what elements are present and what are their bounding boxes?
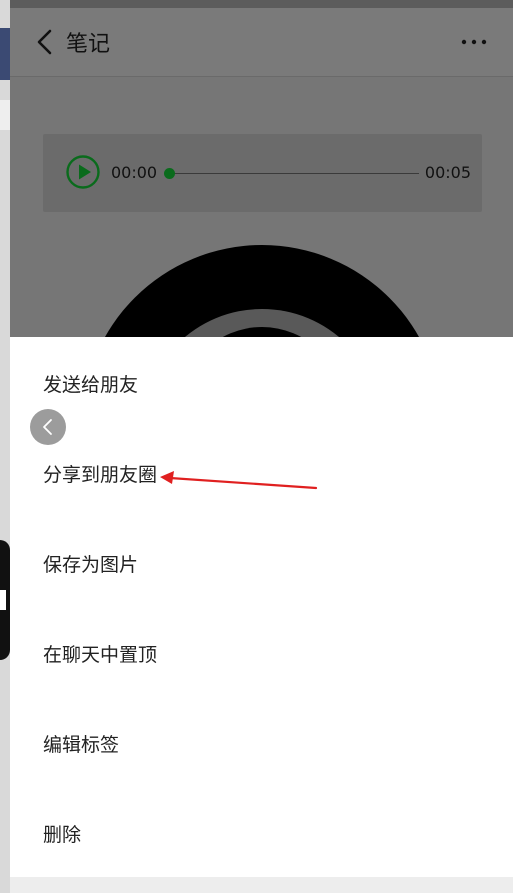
note-content: 00:00 00:05 <box>10 77 513 337</box>
previous-page-peek <box>0 0 10 893</box>
status-bar <box>10 0 513 8</box>
share-to-moments-option[interactable]: 分享到朋友圈 <box>43 460 157 487</box>
peek-block <box>0 28 10 80</box>
delete-option[interactable]: 删除 <box>43 820 81 847</box>
floating-back-button[interactable] <box>30 409 66 445</box>
play-icon[interactable] <box>65 154 101 190</box>
more-icon[interactable] <box>459 30 489 54</box>
audio-current-time: 00:00 <box>111 163 158 182</box>
pin-in-chat-option[interactable]: 在聊天中置顶 <box>43 640 157 667</box>
audio-progress-track[interactable] <box>169 173 419 174</box>
back-icon[interactable] <box>32 28 60 56</box>
action-sheet: 发送给朋友 分享到朋友圈 保存为图片 在聊天中置顶 编辑标签 删除 <box>10 337 513 877</box>
save-as-image-option[interactable]: 保存为图片 <box>43 550 138 577</box>
page-title: 笔记 <box>66 32 111 57</box>
audio-duration: 00:05 <box>424 163 471 182</box>
sheet-bottom-bar <box>10 877 513 893</box>
peek-block <box>0 590 6 610</box>
send-to-friend-option[interactable]: 发送给朋友 <box>43 370 138 397</box>
peek-block <box>0 100 10 130</box>
chevron-left-icon <box>43 419 52 435</box>
top-bar: 笔记 <box>10 8 513 77</box>
audio-progress-handle[interactable] <box>164 168 175 179</box>
edit-tags-option[interactable]: 编辑标签 <box>43 730 119 757</box>
audio-player: 00:00 00:05 <box>43 134 482 212</box>
